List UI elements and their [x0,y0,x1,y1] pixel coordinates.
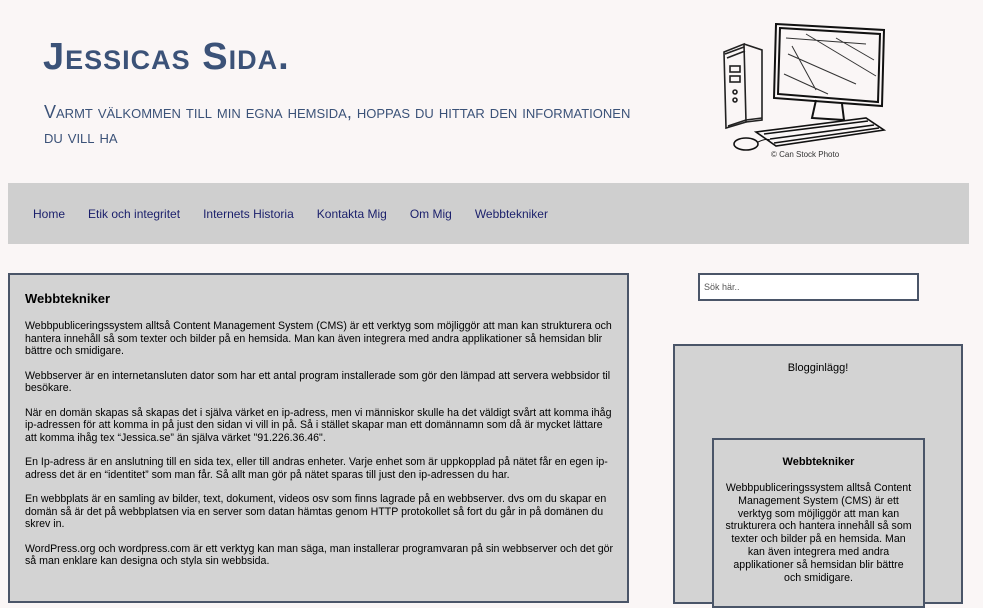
computer-sketch-image [723,22,887,151]
nav-list: Home Etik och integritet Internets Histo… [33,207,571,221]
article-paragraph: När en domän skapas så skapas det i själ… [25,406,612,444]
site-header: Jessicas Sida. Varmt välkommen till min … [0,0,983,183]
article-paragraph: En Ip-adress är en anslutning till en si… [25,456,608,481]
sidebar-title: Blogginlägg! [787,362,849,374]
nav-item-kontakta-mig[interactable]: Kontakta Mig [317,207,387,221]
main-article: Webbtekniker Webbpubliceringssystem allt… [8,273,629,603]
article-heading: Webbtekniker [25,291,111,306]
article-paragraph: Webbpubliceringssystem alltså Content Ma… [25,320,612,357]
article-paragraph: WordPress.org och wordpress.com är ett v… [25,542,614,568]
site-subtitle: Varmt välkommen till min egna hemsida, h… [44,102,631,147]
nav-item-om-mig[interactable]: Om Mig [410,207,452,221]
article-paragraph: En webbplats är en samling av bilder, te… [25,493,607,530]
main-navigation: Home Etik och integritet Internets Histo… [8,183,969,244]
search-input[interactable] [698,273,919,301]
nav-item-webbtekniker[interactable]: Webbtekniker [475,207,548,221]
nav-item-internets-historia[interactable]: Internets Historia [203,207,294,221]
article-body: Webbpubliceringssystem alltså Content Ma… [25,320,615,580]
blog-post-card[interactable]: Webbtekniker Webbpubliceringssystem allt… [712,438,925,608]
site-title: Jessicas Sida. [43,36,290,78]
article-paragraph: Webbserver är en internetansluten dator … [25,369,611,395]
image-caption: © Can Stock Photo [771,150,840,159]
nav-item-etik-och-integritet[interactable]: Etik och integritet [88,207,180,221]
nav-item-home[interactable]: Home [33,207,65,221]
post-title[interactable]: Webbtekniker [714,456,923,468]
post-excerpt: Webbpubliceringssystem alltså Content Ma… [725,482,912,584]
blog-sidebar: Blogginlägg! Webbtekniker Webbpublicerin… [673,344,963,608]
